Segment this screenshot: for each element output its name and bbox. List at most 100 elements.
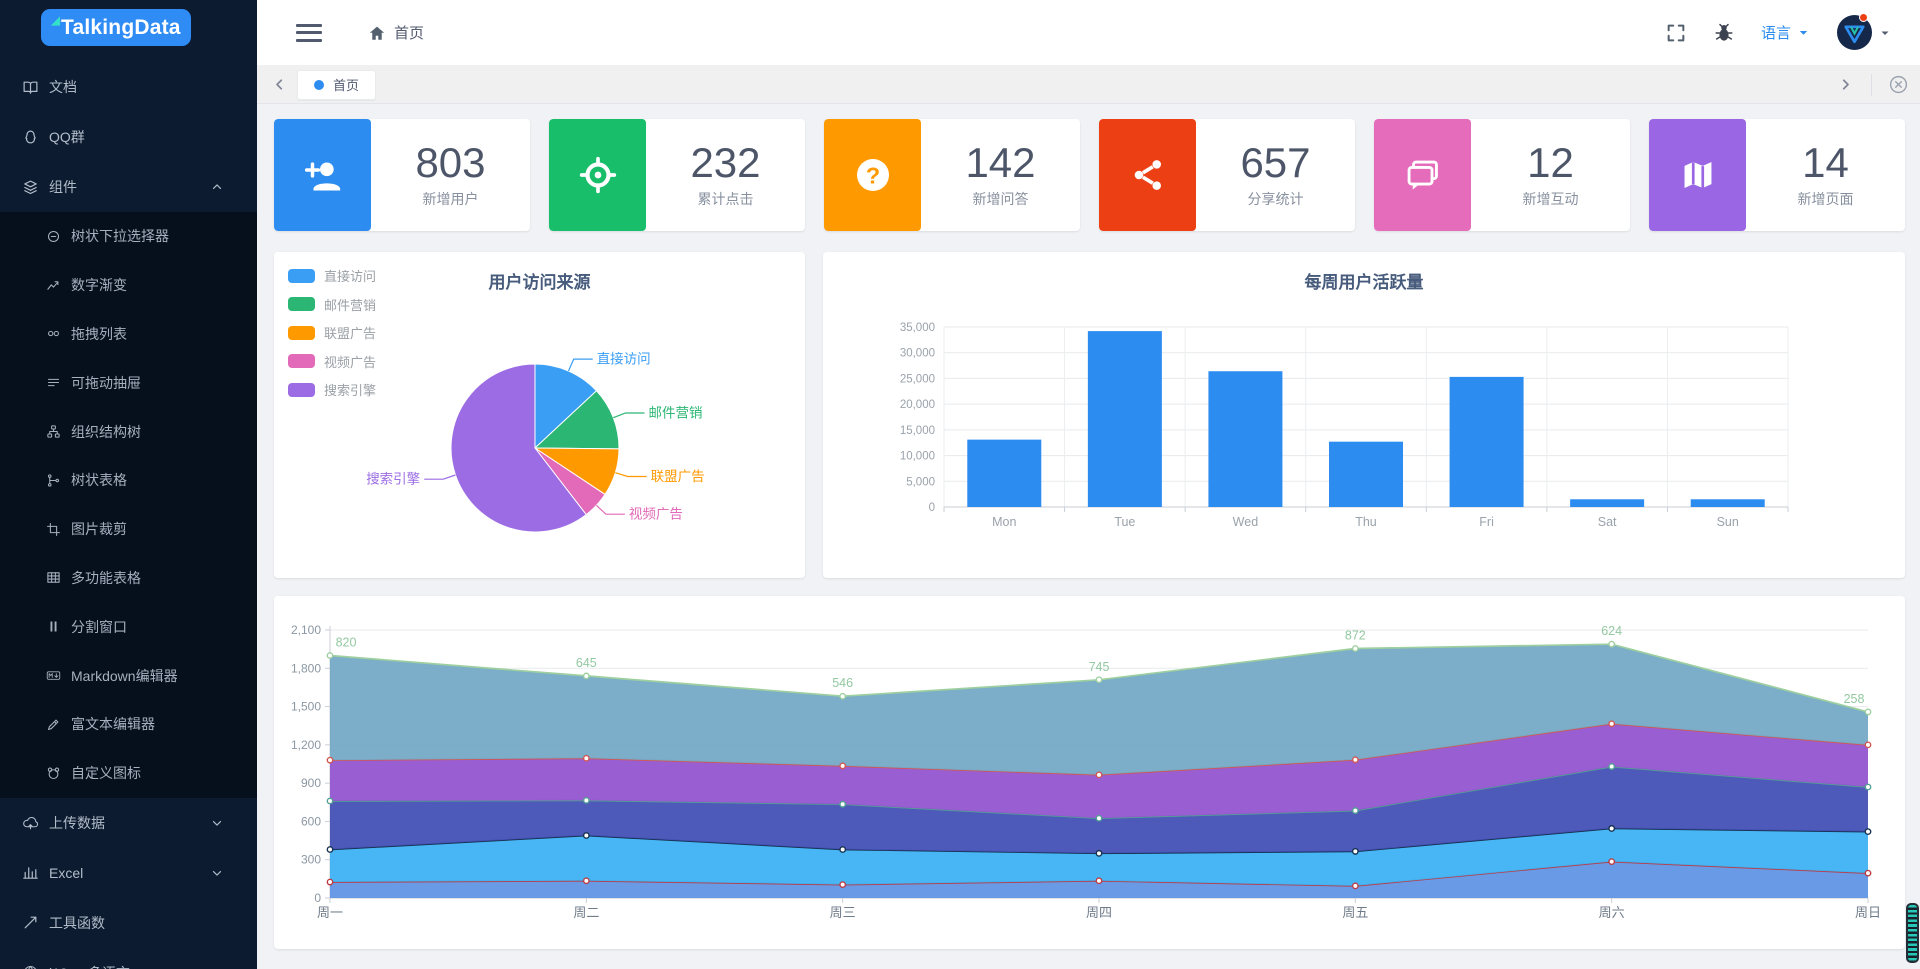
- svg-text:20,000: 20,000: [900, 399, 935, 411]
- pie-slice-label: 直接访问: [597, 351, 651, 367]
- map-icon: [1649, 119, 1746, 231]
- page-scrollbar-thumb[interactable]: [1906, 903, 1919, 963]
- submenu-item-6[interactable]: 图片裁剪: [0, 505, 257, 554]
- bar-Thu: [1329, 441, 1403, 507]
- submenu-item-11[interactable]: 自定义图标: [0, 749, 257, 798]
- submenu-item-7[interactable]: 多功能表格: [0, 554, 257, 603]
- svg-text:Fri: Fri: [1479, 515, 1494, 529]
- tab-label: 首页: [333, 78, 360, 93]
- legend-item-2[interactable]: 联盟广告: [288, 323, 376, 342]
- submenu-item-4[interactable]: 组织结构树: [0, 407, 257, 456]
- sidebar-item-0[interactable]: 文档: [0, 62, 257, 112]
- legend-item-1[interactable]: 邮件营销: [288, 295, 376, 314]
- submenu-item-1[interactable]: 数字渐变: [0, 261, 257, 310]
- target-icon: [549, 119, 646, 231]
- svg-text:1,800: 1,800: [291, 661, 321, 675]
- caret-down-icon: [1799, 30, 1808, 35]
- stat-card-0: 803 新增用户: [274, 119, 530, 231]
- stat-card-5: 14 新增页面: [1649, 119, 1905, 231]
- submenu-item-3[interactable]: 可拖动抽屉: [0, 358, 257, 407]
- pie-slice-label: 搜索引擎: [366, 472, 420, 487]
- markdown-icon: [46, 668, 61, 683]
- submenu-item-label: 自定义图标: [71, 765, 141, 782]
- svg-text:周二: 周二: [573, 905, 599, 920]
- bar-Sun: [1690, 499, 1765, 507]
- submenu-item-10[interactable]: 富文本编辑器: [0, 700, 257, 749]
- tabs-scroll-right-button[interactable]: [1833, 73, 1857, 97]
- sidebar-item-5[interactable]: 工具函数: [0, 898, 257, 948]
- area-point-label: 820: [336, 636, 357, 650]
- drag-list-icon: [46, 326, 61, 341]
- sidebar-item-1[interactable]: QQ群: [0, 112, 257, 162]
- legend-label: 邮件营销: [324, 297, 377, 313]
- crop-icon: [46, 522, 61, 537]
- hamburger-menu-button[interactable]: [296, 23, 322, 42]
- sidebar-item-4[interactable]: Excel: [0, 848, 257, 898]
- area-point-label: 258: [1844, 692, 1865, 706]
- pie-slice-label: 联盟广告: [651, 469, 705, 484]
- svg-text:?: ?: [865, 162, 879, 188]
- legend-item-0[interactable]: 直接访问: [288, 266, 376, 285]
- breadcrumb[interactable]: 首页: [368, 22, 424, 43]
- submenu-item-9[interactable]: Markdown编辑器: [0, 651, 257, 700]
- legend-swatch: [288, 268, 315, 283]
- bar-chart: 0 5,000 10,000 15,000 20,000 25,000 30,000 35,0…: [900, 322, 1789, 529]
- svg-text:0: 0: [929, 502, 935, 514]
- submenu-item-2[interactable]: 拖拽列表: [0, 310, 257, 359]
- submenu-item-label: 分割窗口: [71, 618, 127, 635]
- legend-swatch: [288, 325, 315, 340]
- tab-0[interactable]: 首页: [297, 69, 377, 100]
- stat-card-body: 803 新增用户: [371, 119, 530, 231]
- chevron-down-icon: [210, 816, 224, 830]
- bar-Mon: [967, 439, 1042, 507]
- tabs-scroll-left-button[interactable]: [267, 73, 291, 97]
- sidebar-item-3[interactable]: 上传数据: [0, 798, 257, 848]
- svg-text:周日: 周日: [1855, 905, 1881, 920]
- bar-chart-card: 每周用户活跃量 0 5,000 10,000 15,000 20,000 25,000 30…: [823, 252, 1905, 578]
- fullscreen-icon[interactable]: [1665, 22, 1687, 44]
- submenu-item-8[interactable]: 分割窗口: [0, 602, 257, 651]
- svg-text:周五: 周五: [1342, 905, 1368, 920]
- svg-text:25,000: 25,000: [900, 373, 935, 385]
- stat-value: 12: [1527, 138, 1574, 186]
- tree-select-icon: [46, 229, 61, 244]
- svg-text:周一: 周一: [317, 905, 343, 920]
- language-selector[interactable]: 语言: [1761, 22, 1811, 43]
- user-menu[interactable]: [1837, 13, 1892, 50]
- i18n-icon: [22, 964, 39, 969]
- bug-icon[interactable]: [1713, 22, 1735, 44]
- stat-label: 新增用户: [422, 190, 479, 207]
- dashboard-page: { "app": { "logo": "TalkingData" }, "hea…: [0, 0, 1920, 969]
- header-actions: 语言: [1665, 13, 1892, 50]
- submenu-item-0[interactable]: 树状下拉选择器: [0, 212, 257, 261]
- cloud-upload-icon: [22, 814, 39, 831]
- submenu-item-label: 拖拽列表: [71, 325, 127, 342]
- bar-Wed: [1208, 371, 1283, 507]
- tab-bar: 首页: [257, 66, 1920, 104]
- sidebar-item-2[interactable]: 组件: [0, 162, 257, 212]
- close-all-tabs-icon[interactable]: [1886, 73, 1910, 97]
- stat-label: 累计点击: [697, 190, 754, 207]
- submenu-item-label: Markdown编辑器: [71, 667, 178, 684]
- sidebar-submenu: 树状下拉选择器 数字渐变拖拽列表可拖动抽屉 组织结构树 树状表格 图片裁剪 多功能表格分割…: [0, 212, 257, 798]
- svg-text:Tue: Tue: [1114, 515, 1135, 529]
- bar-chart-title: 每周用户活跃量: [1304, 273, 1424, 292]
- app-logo: ◢ TalkingData: [41, 9, 191, 46]
- legend-item-4[interactable]: 搜索引擎: [288, 380, 376, 399]
- table-icon: [46, 570, 61, 585]
- charts-row: 用户访问来源 直接访问 邮件营销 联盟广告 视频广告 搜索引擎 直接访问 邮件营销 联盟广告…: [274, 252, 1905, 578]
- sidebar-item-6[interactable]: i18n - 多语言: [0, 948, 257, 969]
- svg-text:300: 300: [301, 853, 321, 867]
- sidebar-item-label: 组件: [49, 179, 77, 195]
- stat-label: 新增互动: [1522, 190, 1579, 207]
- legend-item-3[interactable]: 视频广告: [288, 352, 376, 371]
- stat-value: 142: [965, 138, 1036, 186]
- drawer-icon: [46, 375, 61, 390]
- tab-active-dot: [314, 79, 324, 90]
- pie-slice-label: 邮件营销: [649, 406, 703, 421]
- submenu-item-5[interactable]: 树状表格: [0, 456, 257, 505]
- notification-badge: [1859, 13, 1868, 22]
- svg-text:Mon: Mon: [992, 515, 1016, 529]
- stat-cards-row: 803 新增用户 232 累计点击? 142 新增问答 657 分享统计 12 新增互动 14 新增页…: [274, 119, 1905, 231]
- svg-text:900: 900: [301, 776, 321, 790]
